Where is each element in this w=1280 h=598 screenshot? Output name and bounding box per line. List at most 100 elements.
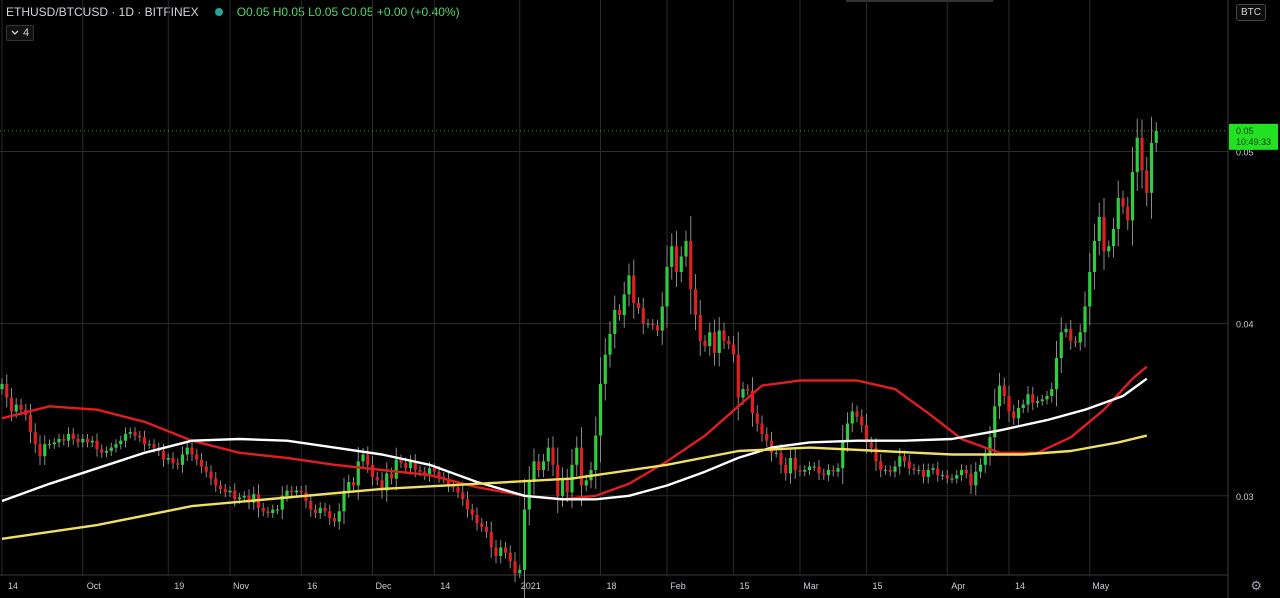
moving-average-yellow <box>1 434 1148 540</box>
candle <box>627 263 631 307</box>
candle <box>518 564 522 579</box>
candle-body <box>850 411 854 424</box>
price-chart[interactable]: 0.03 0.04 0.05 14 Oct 19 Nov 16 Dec 14 2021 18 Feb 15… <box>0 0 1280 598</box>
candle <box>822 468 826 480</box>
candle <box>38 435 42 466</box>
candle <box>180 446 185 473</box>
candle-body <box>147 444 151 446</box>
candle <box>128 427 132 439</box>
x-tick-label: 18 <box>606 581 616 591</box>
candle <box>560 467 565 507</box>
candle-body <box>1021 404 1025 409</box>
x-tick-label: 19 <box>174 581 184 591</box>
candle <box>337 503 341 530</box>
candle-body <box>394 459 398 479</box>
candle <box>1145 156 1149 207</box>
candle-body <box>85 438 90 443</box>
candle-body <box>879 461 883 470</box>
candle-body <box>902 456 907 462</box>
candle <box>1154 121 1158 152</box>
candle-body <box>893 466 897 472</box>
candle <box>176 458 180 470</box>
candle <box>1083 291 1087 348</box>
candle-body <box>551 447 555 465</box>
candle <box>1116 180 1120 247</box>
candle-body <box>921 469 926 477</box>
candle <box>399 454 403 469</box>
x-tick-label: 15 <box>739 581 749 591</box>
candle-body <box>959 469 964 476</box>
candle-body <box>1031 394 1035 403</box>
candle-body <box>717 330 721 353</box>
candle-body <box>684 241 688 257</box>
candle-body <box>185 447 189 455</box>
candle-body <box>907 461 911 469</box>
candle <box>328 504 332 525</box>
candle-body <box>456 487 460 493</box>
candle <box>579 427 584 506</box>
candle-body <box>855 411 859 417</box>
candle-body <box>845 423 850 441</box>
candle <box>978 458 983 479</box>
candle-body <box>195 454 199 460</box>
candle <box>997 372 1002 420</box>
candle-body <box>1016 408 1021 419</box>
candle <box>190 441 194 462</box>
candle <box>532 448 536 495</box>
candle-body <box>62 438 66 441</box>
candle-body <box>351 482 356 486</box>
candle-body <box>461 492 465 500</box>
candle-body <box>52 442 56 445</box>
candle-body <box>166 457 170 460</box>
candle-body <box>793 457 797 470</box>
price-tag: 0.0510:49:33 <box>1229 123 1278 150</box>
candle-body <box>518 569 522 574</box>
candle-body <box>936 468 940 476</box>
candle-body <box>746 389 750 391</box>
candle-body <box>727 340 731 345</box>
candle-body <box>337 511 341 522</box>
candle <box>1073 336 1078 348</box>
candle <box>613 295 617 349</box>
candle <box>1078 324 1082 351</box>
candle <box>470 503 474 521</box>
candle <box>674 231 679 288</box>
candle-body <box>888 469 892 472</box>
candle <box>266 506 270 518</box>
candle <box>33 423 37 454</box>
candle-body <box>71 433 75 439</box>
candle-body <box>142 437 147 445</box>
candle <box>461 485 465 506</box>
candle <box>57 434 61 448</box>
candle-body <box>242 495 246 498</box>
candle-body <box>817 466 821 474</box>
candle <box>380 472 384 499</box>
price-tag-value: 0.05 <box>1236 126 1254 136</box>
candle-body <box>14 404 18 412</box>
candle <box>394 447 398 491</box>
x-tick-label: Mar <box>803 581 819 591</box>
candle-body <box>926 469 930 477</box>
candle <box>375 471 379 486</box>
candle-body <box>204 466 208 472</box>
candle-body <box>608 333 612 355</box>
candle-body <box>622 294 626 316</box>
x-tick-label: 16 <box>307 581 317 591</box>
candle-body <box>598 383 603 436</box>
candle <box>247 489 251 510</box>
candle-body <box>180 454 185 465</box>
candle <box>465 491 470 518</box>
candle <box>484 521 489 538</box>
x-tick-label: May <box>1092 581 1110 591</box>
candle-body <box>693 289 698 316</box>
candle-body <box>228 490 232 493</box>
candle <box>1140 119 1144 189</box>
x-tick-label: Dec <box>375 581 392 591</box>
candle <box>575 436 579 477</box>
candle-body <box>418 469 422 472</box>
candle-body <box>1097 216 1101 242</box>
gear-icon[interactable]: ⚙ <box>1250 578 1262 594</box>
candle-body <box>836 468 840 472</box>
candle <box>537 454 541 478</box>
candle <box>195 448 199 466</box>
